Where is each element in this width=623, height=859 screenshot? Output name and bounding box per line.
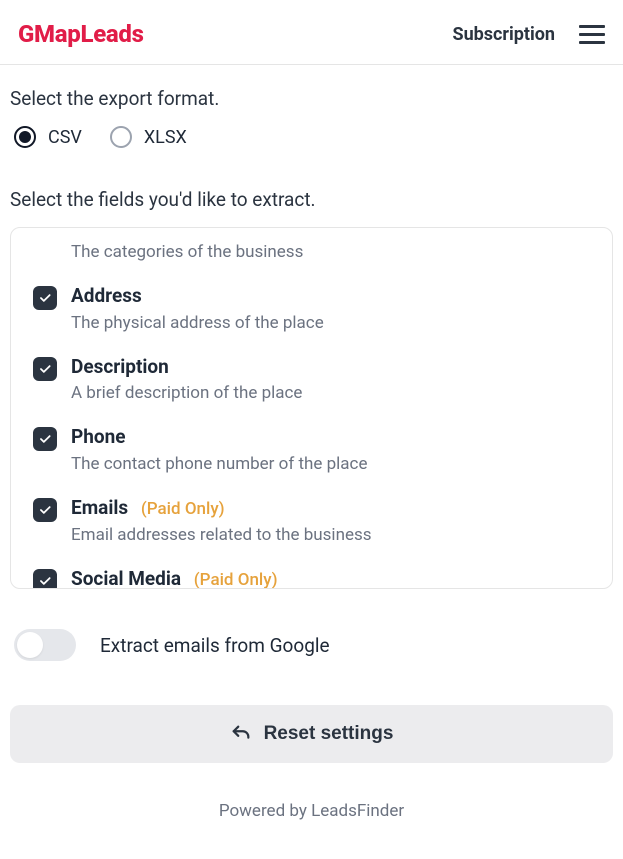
field-title: Address (71, 284, 598, 309)
header-right: Subscription (453, 21, 606, 48)
checkbox-icon[interactable] (33, 286, 57, 310)
subscription-link[interactable]: Subscription (453, 24, 556, 45)
extract-emails-toggle[interactable] (14, 629, 76, 661)
field-row-phone[interactable]: Phone The contact phone number of the pl… (25, 417, 598, 488)
field-title: Emails (Paid Only) (71, 496, 598, 521)
checkbox-icon[interactable] (33, 427, 57, 451)
field-title: Phone (71, 425, 598, 450)
field-title: Description (71, 355, 598, 380)
field-desc: The physical address of the place (71, 313, 598, 333)
reset-settings-button[interactable]: Reset settings (10, 705, 613, 763)
undo-icon (230, 723, 252, 745)
radio-button-icon (14, 126, 36, 148)
toggle-knob (17, 632, 43, 658)
radio-button-icon (110, 126, 132, 148)
radio-xlsx[interactable]: XLSX (110, 126, 187, 148)
field-row-categories[interactable]: The categories of the business (25, 238, 598, 276)
extract-emails-toggle-row: Extract emails from Google (10, 629, 613, 661)
checkbox-icon[interactable] (33, 357, 57, 381)
fields-box[interactable]: The categories of the business Address T… (10, 227, 613, 589)
reset-label: Reset settings (264, 723, 394, 745)
field-row-social-media[interactable]: Social Media (Paid Only) (25, 559, 598, 589)
toggle-label: Extract emails from Google (100, 634, 330, 657)
field-title-text: Emails (71, 496, 128, 519)
field-desc: The categories of the business (71, 242, 598, 262)
paid-tag: (Paid Only) (141, 499, 225, 519)
fields-label: Select the fields you'd like to extract. (10, 188, 613, 211)
content: Select the export format. CSV XLSX Selec… (0, 65, 623, 821)
export-format-label: Select the export format. (10, 87, 613, 110)
field-row-description[interactable]: Description A brief description of the p… (25, 347, 598, 418)
export-format-radio-group: CSV XLSX (10, 126, 613, 148)
radio-csv[interactable]: CSV (14, 126, 82, 148)
paid-tag: (Paid Only) (194, 570, 278, 589)
menu-icon[interactable] (579, 21, 605, 48)
field-title-text: Social Media (71, 567, 181, 589)
radio-label: CSV (48, 127, 82, 148)
footer-text: Powered by LeadsFinder (10, 801, 613, 821)
field-desc: A brief description of the place (71, 383, 598, 403)
radio-label: XLSX (144, 127, 187, 148)
checkbox-icon[interactable] (33, 569, 57, 589)
field-row-emails[interactable]: Emails (Paid Only) Email addresses relat… (25, 488, 598, 559)
field-desc: Email addresses related to the business (71, 525, 598, 545)
header: GMapLeads Subscription (0, 0, 623, 65)
logo[interactable]: GMapLeads (18, 20, 144, 48)
field-title: Social Media (Paid Only) (71, 567, 598, 589)
field-desc: The contact phone number of the place (71, 454, 598, 474)
checkbox-icon[interactable] (33, 498, 57, 522)
field-row-address[interactable]: Address The physical address of the plac… (25, 276, 598, 347)
